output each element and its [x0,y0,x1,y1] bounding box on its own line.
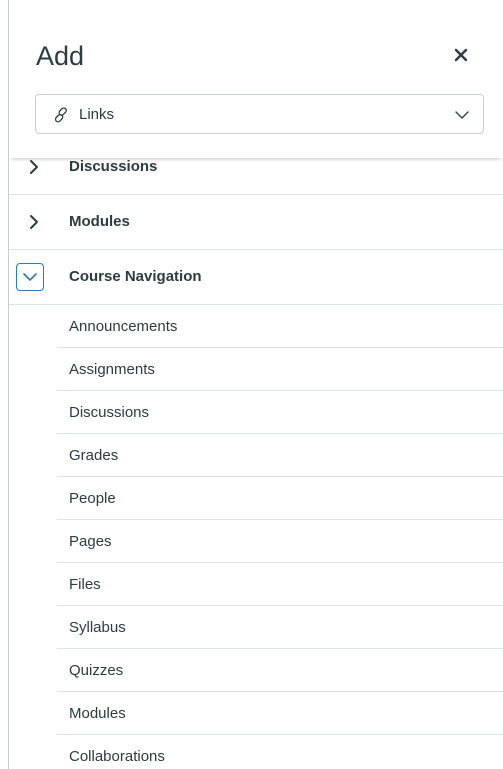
nav-item-label: Announcements [69,318,178,335]
nav-item-label: Syllabus [69,619,126,636]
nav-item-syllabus[interactable]: Syllabus [57,606,503,649]
nav-item-pages[interactable]: Pages [57,520,503,563]
close-icon [454,48,468,62]
tray-title: Add [36,41,85,71]
group-modules[interactable]: Modules [9,195,503,250]
nav-item-label: Modules [69,705,126,722]
nav-item-announcements[interactable]: Announcements [57,305,503,348]
nav-item-files[interactable]: Files [57,563,503,606]
nav-item-label: Discussions [69,404,150,421]
nav-item-label: Assignments [69,361,155,378]
nav-item-assignments[interactable]: Assignments [57,348,503,391]
nav-item-collaborations[interactable]: Collaborations [57,735,503,769]
nav-item-discussions[interactable]: Discussions [57,391,503,434]
link-icon [54,107,67,123]
nav-item-label: Files [69,576,101,593]
nav-item-quizzes[interactable]: Quizzes [57,649,503,692]
nav-item-label: Collaborations [69,748,165,765]
group-course-navigation[interactable]: Course Navigation [9,250,503,305]
tray-header: Add Links [9,0,503,158]
group-label: Discussions [69,158,158,175]
nav-item-label: Grades [69,447,119,464]
link-groups-list: Discussions Modules Course Navigation An… [9,140,503,769]
content-type-select[interactable]: Links [35,94,484,134]
group-label: Course Navigation [69,268,202,285]
close-button[interactable] [450,44,472,66]
nav-item-label: Quizzes [69,662,124,679]
nav-item-grades[interactable]: Grades [57,434,503,477]
nav-item-label: People [69,490,116,507]
nav-item-modules[interactable]: Modules [57,692,503,735]
chevron-right-icon [30,160,38,174]
select-value: Links [79,106,115,123]
chevron-right-icon [30,215,38,229]
group-label: Modules [69,213,130,230]
expand-toggle[interactable] [16,263,44,291]
chevron-down-icon [23,273,37,281]
nav-item-label: Pages [69,533,112,550]
add-content-tray: Add Links Discussions Modules Course Nav… [8,0,503,769]
chevron-down-icon [455,111,469,119]
nav-item-people[interactable]: People [57,477,503,520]
